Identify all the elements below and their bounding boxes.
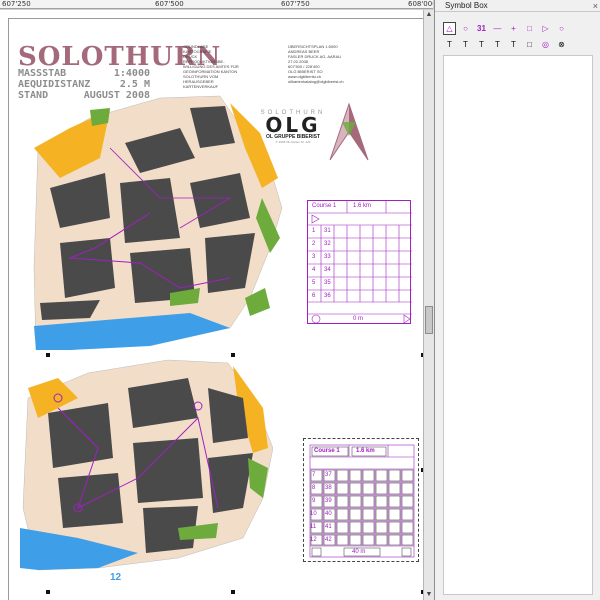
symbol-box-panel: Symbol Box × △ ○ 31 — + □ ▷ ○ T T T T T …	[434, 0, 600, 600]
scroll-up-icon[interactable]: ▲	[424, 10, 434, 20]
panel-title-bar: Symbol Box ×	[435, 0, 600, 12]
selection-handle[interactable]	[46, 590, 50, 594]
selection-handle[interactable]	[231, 353, 235, 357]
control-code: 36	[324, 293, 331, 299]
symbol-row: T T T T T □ ◎ ⊗	[443, 36, 593, 52]
circle-outline-icon[interactable]: ○	[555, 22, 568, 35]
square-icon[interactable]: □	[523, 38, 536, 51]
control-code: 34	[324, 267, 331, 273]
control-number: 2	[312, 241, 316, 247]
selection-handle[interactable]	[231, 590, 235, 594]
course-length: 1.6 km	[356, 448, 375, 454]
course-name: Course 1	[312, 203, 337, 209]
text-5-icon[interactable]: T	[507, 38, 520, 51]
control-code: 40	[325, 511, 332, 517]
direction-triangle-icon[interactable]: ▷	[539, 22, 552, 35]
course-line-icon[interactable]: —	[491, 22, 504, 35]
control-code: 37	[325, 472, 332, 478]
map-number: 12	[110, 572, 122, 583]
control-number: 7	[312, 472, 316, 478]
symbol-row: △ ○ 31 — + □ ▷ ○	[443, 20, 593, 36]
map-canvas[interactable]: SOLOTHURN MASSSTAB 1:4000 AEQUIDISTANZ 2.5…	[0, 10, 423, 600]
control-code: 42	[325, 537, 332, 543]
control-code: 31	[324, 228, 331, 234]
control-number: 4	[312, 267, 316, 273]
control-number: 11	[310, 524, 317, 530]
control-number: 9	[312, 498, 316, 504]
course-length: 1.6 km	[353, 203, 372, 209]
control-number-icon[interactable]: 31	[475, 22, 488, 35]
control-code: 41	[325, 524, 332, 530]
scroll-down-icon[interactable]: ▼	[424, 590, 434, 600]
cross-icon[interactable]: +	[507, 22, 520, 35]
control-number: 8	[312, 485, 316, 491]
control-code: 39	[325, 498, 332, 504]
text-4-icon[interactable]: T	[491, 38, 504, 51]
cd-grid	[308, 201, 412, 324]
text-3-icon[interactable]: T	[475, 38, 488, 51]
ruler-tick: 608'000	[408, 0, 433, 8]
control-number: 10	[310, 511, 317, 517]
text-1-icon[interactable]: T	[443, 38, 456, 51]
scrollbar-thumb[interactable]	[425, 306, 433, 334]
control-number: 5	[312, 280, 316, 286]
panel-title: Symbol Box	[445, 1, 488, 10]
control-number: 3	[312, 254, 316, 260]
app-window: 607'250 607'500 607'750 608'000 SOLOTHUR…	[0, 0, 600, 600]
ruler-tick: 607'750	[281, 0, 310, 8]
start-triangle-icon[interactable]: △	[443, 21, 456, 35]
control-number: 1	[312, 228, 316, 234]
control-description-top[interactable]: Course 1 1.6 km 1 31 2 32 3 33 4 34 5 35…	[307, 200, 412, 324]
panel-body	[443, 55, 593, 595]
credits-column-1: GRUNDLAGE KARTOGRAFIE DRUCK REPRODUKTION…	[183, 44, 239, 89]
credits-column-2: ÜBERSICHTSPLAN 1:5000 ANDREAS BEER FASLE…	[288, 44, 344, 84]
cd-grid	[309, 444, 415, 558]
control-circle-icon[interactable]: ○	[459, 22, 472, 35]
ruler-tick: 607'250	[2, 0, 31, 8]
ruler-tick: 607'500	[155, 0, 184, 8]
map-sheet-top[interactable]	[30, 88, 286, 350]
control-code: 32	[324, 241, 331, 247]
horizontal-ruler: 607'250 607'500 607'750 608'000	[0, 0, 433, 9]
finish-distance: 0 m	[353, 316, 364, 322]
scale-value: 1:4000	[113, 68, 150, 79]
control-description-bottom[interactable]: Course 1 1.6 km 7 37 8 38 9 39 10 40 11 …	[303, 438, 419, 562]
selection-handle[interactable]	[46, 353, 50, 357]
control-number: 12	[310, 537, 317, 543]
map-sheet-bottom[interactable]	[18, 358, 273, 573]
control-number: 6	[312, 293, 316, 299]
vertical-scrollbar[interactable]: ▲ ▼	[423, 10, 434, 600]
control-code: 35	[324, 280, 331, 286]
symbol-grid: △ ○ 31 — + □ ▷ ○ T T T T T □ ◎ ⊗	[443, 20, 593, 52]
finish-distance: 40 m	[352, 549, 366, 555]
control-code: 33	[324, 254, 331, 260]
text-2-icon[interactable]: T	[459, 38, 472, 51]
close-icon[interactable]: ×	[593, 0, 598, 12]
forbidden-icon[interactable]: ⊗	[555, 38, 568, 51]
double-circle-icon[interactable]: ◎	[539, 38, 552, 51]
credit-line: ollkartenkatalog@olgbiberist.ch	[288, 79, 344, 84]
north-arrow-icon	[329, 102, 369, 161]
scale-label: MASSSTAB	[18, 68, 67, 79]
box-icon[interactable]: □	[523, 22, 536, 35]
course-name: Course 1	[314, 448, 340, 454]
control-code: 38	[325, 485, 332, 491]
